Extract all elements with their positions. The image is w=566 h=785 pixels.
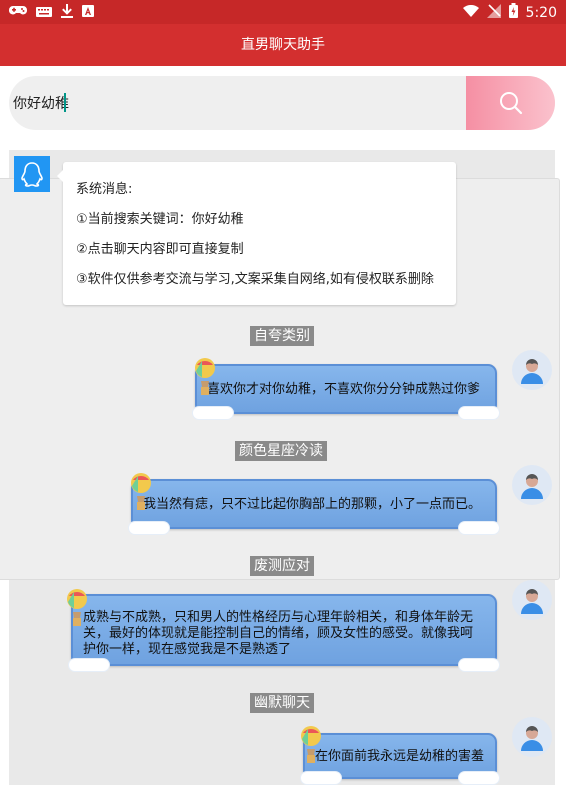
- search-button[interactable]: [466, 76, 555, 130]
- user-avatar: [512, 465, 552, 505]
- chat-bubble[interactable]: 喜欢你才对你幼稚，不喜欢你分分钟成熟过你爹: [193, 364, 499, 419]
- app-bar: 直男聊天助手: [0, 24, 566, 66]
- system-message-line: ①当前搜索关键词：你好幼稚: [76, 212, 244, 227]
- cloud-decoration: [459, 407, 499, 419]
- cloud-decoration: [301, 772, 341, 784]
- system-message-line: ②点击聊天内容即可直接复制: [76, 242, 244, 257]
- user-avatar: [512, 717, 552, 757]
- chat-message-text: 我当然有痣，只不过比起你胸部上的那颗，小了一点而已。: [143, 497, 482, 512]
- system-message-line: ③软件仅供参考交流与学习,文案采集自网络,如有侵权联系删除: [76, 272, 434, 287]
- search-input[interactable]: [13, 76, 463, 130]
- category-tag: 幽默聊天: [250, 693, 314, 713]
- cloud-decoration: [459, 659, 499, 671]
- text-cursor: [64, 93, 66, 112]
- cloud-decoration: [69, 659, 109, 671]
- battery-icon: [508, 3, 518, 22]
- chat-message-text: 成熟与不成熟，只和男人的性格经历与心理年龄相关，和身体年龄无关，最好的体现就是能…: [83, 610, 474, 657]
- user-avatar: [512, 580, 552, 620]
- keyboard-icon: [36, 5, 52, 21]
- cloud-decoration: [459, 772, 499, 784]
- cloud-decoration: [193, 407, 233, 419]
- system-message-title: 系统消息:: [76, 182, 133, 197]
- wifi-icon: [462, 4, 479, 21]
- download-icon: [61, 4, 73, 22]
- status-bar: 5:20: [0, 0, 566, 24]
- gamepad-icon: [9, 5, 27, 21]
- chat-message-text: 在你面前我永远是幼稚的害羞: [315, 749, 485, 764]
- category-tag: 颜色星座冷读: [235, 441, 327, 461]
- category-tag: 自夸类别: [250, 326, 314, 346]
- chat-message-text: 喜欢你才对你幼稚，不喜欢你分分钟成熟过你爹: [207, 382, 481, 397]
- balloon-icon: [65, 588, 89, 628]
- user-avatar: [512, 350, 552, 390]
- letter-a-icon: [82, 5, 94, 21]
- chat-bubble[interactable]: 成熟与不成熟，只和男人的性格经历与心理年龄相关，和身体年龄无关，最好的体现就是能…: [69, 594, 499, 671]
- balloon-icon: [299, 725, 323, 765]
- penguin-icon: [21, 162, 43, 187]
- search-icon: [500, 92, 523, 115]
- balloon-icon: [129, 472, 153, 512]
- cloud-decoration: [129, 522, 169, 534]
- app-title: 直男聊天助手: [241, 37, 325, 53]
- chat-bubble[interactable]: 我当然有痣，只不过比起你胸部上的那颗，小了一点而已。: [129, 479, 499, 534]
- system-message-card[interactable]: 系统消息: ①当前搜索关键词：你好幼稚 ②点击聊天内容即可直接复制 ③软件仅供参…: [57, 162, 456, 305]
- cloud-decoration: [459, 522, 499, 534]
- no-signal-icon: [486, 3, 501, 22]
- balloon-icon: [193, 357, 217, 397]
- system-avatar: [14, 156, 50, 192]
- category-tag: 废测应对: [250, 556, 314, 576]
- chat-bubble[interactable]: 在你面前我永远是幼稚的害羞: [301, 733, 499, 784]
- app-root: 5:20 直男聊天助手 系统消息: ①当前搜索关键词：你好幼稚 ②点击聊天内容即…: [0, 0, 566, 785]
- status-time: 5:20: [525, 4, 557, 21]
